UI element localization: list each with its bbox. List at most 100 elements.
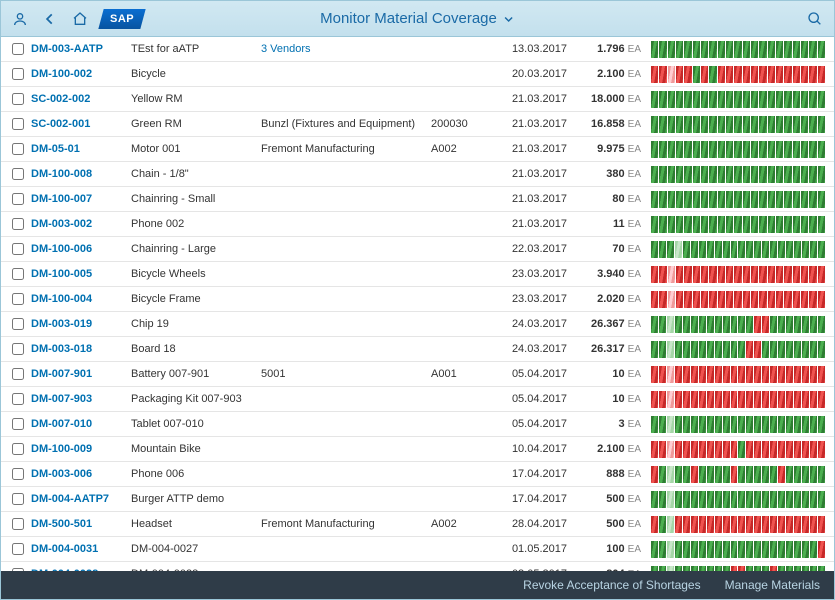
row-checkbox[interactable] bbox=[12, 268, 24, 280]
material-id[interactable]: DM-500-501 bbox=[31, 518, 131, 530]
table-row: DM-007-903Packaging Kit 007-903 05.04.201… bbox=[1, 387, 834, 412]
shortage-date: 05.04.2017 bbox=[491, 418, 567, 430]
shortage-date: 21.03.2017 bbox=[491, 118, 567, 130]
row-checkbox[interactable] bbox=[12, 318, 24, 330]
table-row: DM-003-018Board 1824.03.201726.317EA bbox=[1, 337, 834, 362]
row-checkbox[interactable] bbox=[12, 468, 24, 480]
quantity: 500EA bbox=[567, 493, 641, 505]
row-checkbox[interactable] bbox=[12, 368, 24, 380]
shortage-date: 10.04.2017 bbox=[491, 443, 567, 455]
material-id[interactable]: DM-007-903 bbox=[31, 393, 131, 405]
vendor-name[interactable]: 3 Vendors bbox=[261, 43, 431, 55]
coverage-chart bbox=[641, 291, 830, 308]
row-checkbox[interactable] bbox=[12, 393, 24, 405]
quantity: 16.858EA bbox=[567, 118, 641, 130]
row-checkbox[interactable] bbox=[12, 43, 24, 55]
material-id[interactable]: DM-003-006 bbox=[31, 468, 131, 480]
material-id[interactable]: SC-002-002 bbox=[31, 93, 131, 105]
row-checkbox[interactable] bbox=[12, 218, 24, 230]
material-id[interactable]: DM-007-010 bbox=[31, 418, 131, 430]
user-icon[interactable] bbox=[11, 10, 29, 28]
material-description: Chainring - Large bbox=[131, 243, 261, 255]
vendor-name: 5001 bbox=[261, 368, 431, 380]
material-description: Yellow RM bbox=[131, 93, 261, 105]
vendor-name: Bunzl (Fixtures and Equipment) bbox=[261, 118, 431, 130]
material-id[interactable]: DM-003-018 bbox=[31, 343, 131, 355]
shortage-date: 17.04.2017 bbox=[491, 468, 567, 480]
row-checkbox[interactable] bbox=[12, 543, 24, 555]
coverage-chart bbox=[641, 66, 830, 83]
material-id[interactable]: DM-100-007 bbox=[31, 193, 131, 205]
quantity: 9.975EA bbox=[567, 143, 641, 155]
row-checkbox[interactable] bbox=[12, 118, 24, 130]
quantity: 100EA bbox=[567, 543, 641, 555]
quantity: 10EA bbox=[567, 368, 641, 380]
material-description: Chainring - Small bbox=[131, 193, 261, 205]
page-title: Monitor Material Coverage bbox=[320, 10, 497, 27]
table-row: SC-002-002Yellow RM21.03.201718.000EA bbox=[1, 87, 834, 112]
shortage-date: 24.03.2017 bbox=[491, 343, 567, 355]
materials-table[interactable]: DM-003-AATPTEst for aATP3 Vendors13.03.2… bbox=[1, 37, 834, 571]
material-description: Green RM bbox=[131, 118, 261, 130]
row-checkbox[interactable] bbox=[12, 343, 24, 355]
search-icon[interactable] bbox=[806, 10, 824, 28]
material-id[interactable]: DM-05-01 bbox=[31, 143, 131, 155]
page-title-dropdown[interactable]: Monitor Material Coverage bbox=[320, 10, 515, 27]
shortage-date: 21.03.2017 bbox=[491, 93, 567, 105]
quantity: 26.317EA bbox=[567, 343, 641, 355]
coverage-chart bbox=[641, 166, 830, 183]
row-checkbox[interactable] bbox=[12, 493, 24, 505]
quantity: 11EA bbox=[567, 218, 641, 230]
shortage-date: 21.03.2017 bbox=[491, 168, 567, 180]
material-id[interactable]: DM-100-006 bbox=[31, 243, 131, 255]
manage-button[interactable]: Manage Materials bbox=[725, 578, 820, 592]
row-checkbox[interactable] bbox=[12, 93, 24, 105]
revoke-button[interactable]: Revoke Acceptance of Shortages bbox=[523, 578, 700, 592]
quantity: 3EA bbox=[567, 418, 641, 430]
row-checkbox[interactable] bbox=[12, 168, 24, 180]
quantity: 380EA bbox=[567, 168, 641, 180]
quantity: 26.367EA bbox=[567, 318, 641, 330]
home-icon[interactable] bbox=[71, 10, 89, 28]
row-checkbox[interactable] bbox=[12, 293, 24, 305]
material-id[interactable]: DM-100-008 bbox=[31, 168, 131, 180]
material-description: Headset bbox=[131, 518, 261, 530]
shortage-date: 05.04.2017 bbox=[491, 393, 567, 405]
table-row: DM-100-005Bicycle Wheels23.03.20173.940E… bbox=[1, 262, 834, 287]
row-checkbox[interactable] bbox=[12, 68, 24, 80]
material-id[interactable]: DM-100-004 bbox=[31, 293, 131, 305]
table-row: DM-05-01Motor 001Fremont ManufacturingA0… bbox=[1, 137, 834, 162]
material-id[interactable]: DM-004-AATP7 bbox=[31, 493, 131, 505]
row-checkbox[interactable] bbox=[12, 443, 24, 455]
material-id[interactable]: DM-100-002 bbox=[31, 68, 131, 80]
material-id[interactable]: SC-002-001 bbox=[31, 118, 131, 130]
coverage-chart bbox=[641, 41, 830, 58]
chevron-down-icon bbox=[503, 13, 515, 25]
row-checkbox[interactable] bbox=[12, 243, 24, 255]
material-id[interactable]: DM-100-005 bbox=[31, 268, 131, 280]
plant-code: A002 bbox=[431, 518, 491, 530]
material-description: Motor 001 bbox=[131, 143, 261, 155]
material-id[interactable]: DM-100-009 bbox=[31, 443, 131, 455]
shortage-date: 20.03.2017 bbox=[491, 68, 567, 80]
material-description: Packaging Kit 007-903 bbox=[131, 393, 261, 405]
coverage-chart bbox=[641, 441, 830, 458]
shortage-date: 24.03.2017 bbox=[491, 318, 567, 330]
material-description: Tablet 007-010 bbox=[131, 418, 261, 430]
material-id[interactable]: DM-007-901 bbox=[31, 368, 131, 380]
material-id[interactable]: DM-003-002 bbox=[31, 218, 131, 230]
back-icon[interactable] bbox=[41, 10, 59, 28]
coverage-chart bbox=[641, 516, 830, 533]
row-checkbox[interactable] bbox=[12, 143, 24, 155]
material-id[interactable]: DM-004-0031 bbox=[31, 543, 131, 555]
table-row: DM-004-0031DM-004-002701.05.2017100EA bbox=[1, 537, 834, 562]
material-description: Bicycle Wheels bbox=[131, 268, 261, 280]
table-row: DM-007-901Battery 007-9015001A00105.04.2… bbox=[1, 362, 834, 387]
row-checkbox[interactable] bbox=[12, 518, 24, 530]
material-id[interactable]: DM-003-AATP bbox=[31, 43, 131, 55]
plant-code: A002 bbox=[431, 143, 491, 155]
shortage-date: 01.05.2017 bbox=[491, 543, 567, 555]
row-checkbox[interactable] bbox=[12, 193, 24, 205]
row-checkbox[interactable] bbox=[12, 418, 24, 430]
material-id[interactable]: DM-003-019 bbox=[31, 318, 131, 330]
